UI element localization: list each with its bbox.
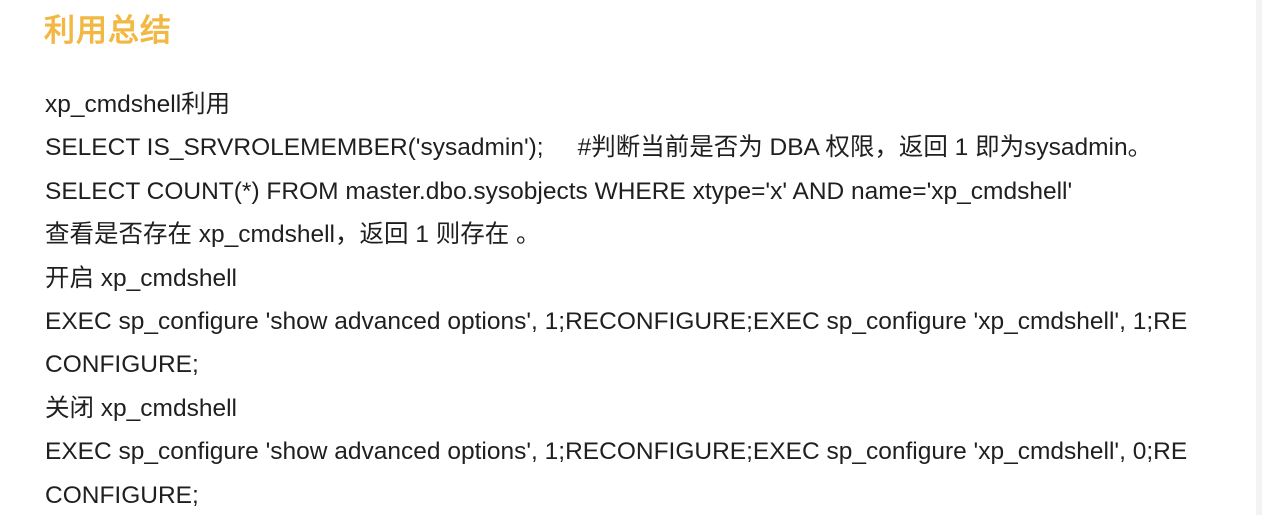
sql-disable-xp-cmdshell-part1: EXEC sp_configure 'show advanced options… — [45, 438, 1188, 466]
section-title: 利用总结 — [44, 13, 172, 49]
sql-check-xp-cmdshell: SELECT COUNT(*) FROM master.dbo.sysobjec… — [45, 177, 1073, 205]
heading-enable-xp-cmdshell: 开启 xp_cmdshell — [45, 264, 237, 292]
sql-disable-xp-cmdshell-part2: CONFIGURE; — [45, 481, 199, 509]
sql-check-sysadmin-line: SELECT IS_SRVROLEMEMBER('sysadmin'); #判断当… — [45, 126, 1245, 169]
sql-enable-xp-cmdshell-part1: EXEC sp_configure 'show advanced options… — [45, 307, 1188, 335]
note-check-exists: 查看是否存在 xp_cmdshell，返回 1 则存在 。 — [45, 221, 541, 249]
sql-enable-xp-cmdshell-part2: CONFIGURE; — [45, 351, 199, 379]
document-page: 利用总结 xp_cmdshell利用 SELECT IS_SRVROLEMEMB… — [0, 0, 1262, 515]
heading-xp-cmdshell-usage: xp_cmdshell利用 — [45, 91, 231, 118]
sql-check-sysadmin: SELECT IS_SRVROLEMEMBER('sysadmin'); — [45, 134, 544, 162]
heading-disable-xp-cmdshell: 关闭 xp_cmdshell — [45, 394, 237, 422]
comment-check-dba: #判断当前是否为 DBA 权限，返回 1 即为sysadmin。 — [577, 134, 1153, 162]
page-edge — [1256, 0, 1262, 515]
content-block: xp_cmdshell利用 SELECT IS_SRVROLEMEMBER('s… — [45, 83, 1245, 517]
